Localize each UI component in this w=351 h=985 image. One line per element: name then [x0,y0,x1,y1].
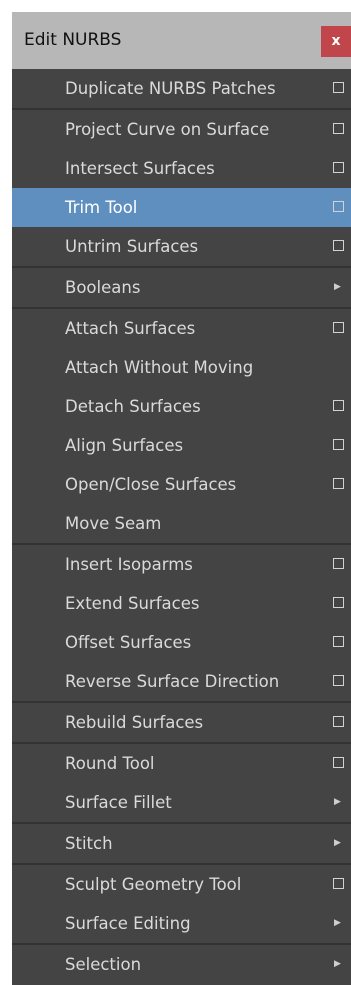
option-box-icon[interactable] [333,201,344,212]
menu-item-booleans[interactable]: Booleans ▶ [12,268,351,307]
menu-item-duplicate-nurbs-patches[interactable]: Duplicate NURBS Patches [12,69,351,108]
menu-item-insert-isoparms[interactable]: Insert Isoparms [12,545,351,584]
menu-item-label: Move Seam [65,514,162,533]
option-box-icon[interactable] [333,240,344,251]
menu-item-label: Intersect Surfaces [65,159,215,178]
option-box-icon[interactable] [333,878,344,889]
menu-item-rebuild-surfaces[interactable]: Rebuild Surfaces [12,703,351,742]
menu-item-label: Selection [65,955,142,974]
menu-item-label: Untrim Surfaces [65,237,199,256]
menu-item-untrim-surfaces[interactable]: Untrim Surfaces [12,227,351,266]
menu-item-intersect-surfaces[interactable]: Intersect Surfaces [12,149,351,188]
submenu-arrow-icon: ▶ [334,959,341,969]
menu-item-label: Surface Fillet [65,793,172,812]
menu-item-extend-surfaces[interactable]: Extend Surfaces [12,584,351,623]
option-box-icon[interactable] [333,82,344,93]
submenu-arrow-icon: ▶ [334,282,341,292]
menu-item-label: Round Tool [65,754,155,773]
menu-item-sculpt-geometry-tool[interactable]: Sculpt Geometry Tool [12,865,351,904]
option-box-icon[interactable] [333,123,344,134]
menu-item-reverse-surface-direction[interactable]: Reverse Surface Direction [12,662,351,701]
menu-item-label: Surface Editing [65,914,191,933]
menu-item-label: Insert Isoparms [65,555,193,574]
submenu-arrow-icon: ▶ [334,797,341,807]
menu-item-trim-tool[interactable]: Trim Tool [12,188,351,227]
menu-item-label: Duplicate NURBS Patches [65,79,276,98]
menu-item-label: Detach Surfaces [65,397,201,416]
menu-title: Edit NURBS [24,30,122,50]
menu-item-round-tool[interactable]: Round Tool [12,744,351,783]
option-box-icon[interactable] [333,757,344,768]
edit-nurbs-menu: Edit NURBS x Duplicate NURBS Patches Proj… [12,12,351,985]
menu-item-label: Rebuild Surfaces [65,713,204,732]
menu-item-label: Attach Without Moving [65,358,254,377]
menu-item-label: Reverse Surface Direction [65,672,280,691]
menu-item-surface-fillet[interactable]: Surface Fillet ▶ [12,783,351,822]
option-box-icon[interactable] [333,597,344,608]
menu-item-label: Align Surfaces [65,436,184,455]
menu-item-label: Attach Surfaces [65,319,196,338]
menu-item-open-close-surfaces[interactable]: Open/Close Surfaces [12,465,351,504]
menu-item-project-curve-on-surface[interactable]: Project Curve on Surface [12,110,351,149]
menu-item-move-seam[interactable]: Move Seam [12,504,351,543]
option-box-icon[interactable] [333,162,344,173]
menu-item-selection[interactable]: Selection ▶ [12,945,351,984]
menu-item-attach-surfaces[interactable]: Attach Surfaces [12,309,351,348]
menu-item-label: Offset Surfaces [65,633,192,652]
option-box-icon[interactable] [333,478,344,489]
menu-item-stitch[interactable]: Stitch ▶ [12,824,351,863]
submenu-arrow-icon: ▶ [334,838,341,848]
menu-item-label: Stitch [65,834,113,853]
menu-item-label: Open/Close Surfaces [65,475,237,494]
option-box-icon[interactable] [333,636,344,647]
menu-item-align-surfaces[interactable]: Align Surfaces [12,426,351,465]
menu-item-label: Booleans [65,278,141,297]
close-button[interactable]: x [321,26,351,57]
option-box-icon[interactable] [333,322,344,333]
menu-item-surface-editing[interactable]: Surface Editing ▶ [12,904,351,943]
menu-item-label: Sculpt Geometry Tool [65,875,242,894]
option-box-icon[interactable] [333,558,344,569]
menu-item-label: Project Curve on Surface [65,120,270,139]
menu-title-bar[interactable]: Edit NURBS x [12,12,351,69]
menu-item-offset-surfaces[interactable]: Offset Surfaces [12,623,351,662]
menu-item-detach-surfaces[interactable]: Detach Surfaces [12,387,351,426]
option-box-icon[interactable] [333,675,344,686]
option-box-icon[interactable] [333,716,344,727]
option-box-icon[interactable] [333,439,344,450]
menu-item-label: Extend Surfaces [65,594,200,613]
menu-items: Duplicate NURBS Patches Project Curve on … [12,69,351,984]
option-box-icon[interactable] [333,400,344,411]
submenu-arrow-icon: ▶ [334,918,341,928]
menu-item-label: Trim Tool [65,198,138,217]
close-icon: x [331,33,341,49]
menu-item-attach-without-moving[interactable]: Attach Without Moving [12,348,351,387]
